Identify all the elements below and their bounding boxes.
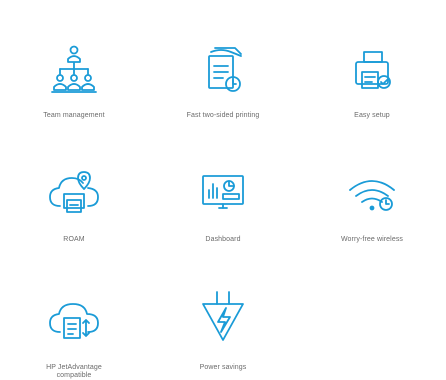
feature-team-management: Team management — [0, 4, 148, 132]
feature-roam: ROAM — [0, 128, 148, 256]
feature-two-sided-printing: Fast two-sided printing — [149, 4, 297, 132]
feature-jetadvantage: HP JetAdvantage compatible — [0, 252, 148, 380]
feature-label: Fast two-sided printing — [186, 112, 260, 119]
feature-label: Team management — [43, 112, 105, 119]
feature-power-savings: Power savings — [149, 252, 297, 380]
feature-label: Dashboard — [205, 236, 241, 243]
feature-worry-free-wireless: Worry-free wireless — [298, 128, 446, 256]
cloud-location-icon — [44, 164, 104, 224]
cloud-document-icon — [44, 288, 104, 348]
org-chart-icon — [44, 40, 104, 100]
feature-label: HP JetAdvantage compatible — [46, 364, 102, 379]
feature-easy-setup: Easy setup — [298, 4, 446, 132]
feature-label: Easy setup — [354, 112, 390, 119]
power-savings-icon — [193, 288, 253, 348]
feature-label: Power savings — [199, 364, 247, 371]
duplex-printing-icon — [193, 40, 253, 100]
wireless-icon — [342, 164, 402, 224]
feature-label: ROAM — [63, 236, 85, 243]
feature-label: Worry-free wireless — [340, 236, 404, 243]
monitor-dashboard-icon — [193, 164, 253, 224]
feature-dashboard: Dashboard — [149, 128, 297, 256]
printer-check-icon — [342, 40, 402, 100]
feature-grid: Team management Fast two-sided printing — [0, 0, 446, 380]
